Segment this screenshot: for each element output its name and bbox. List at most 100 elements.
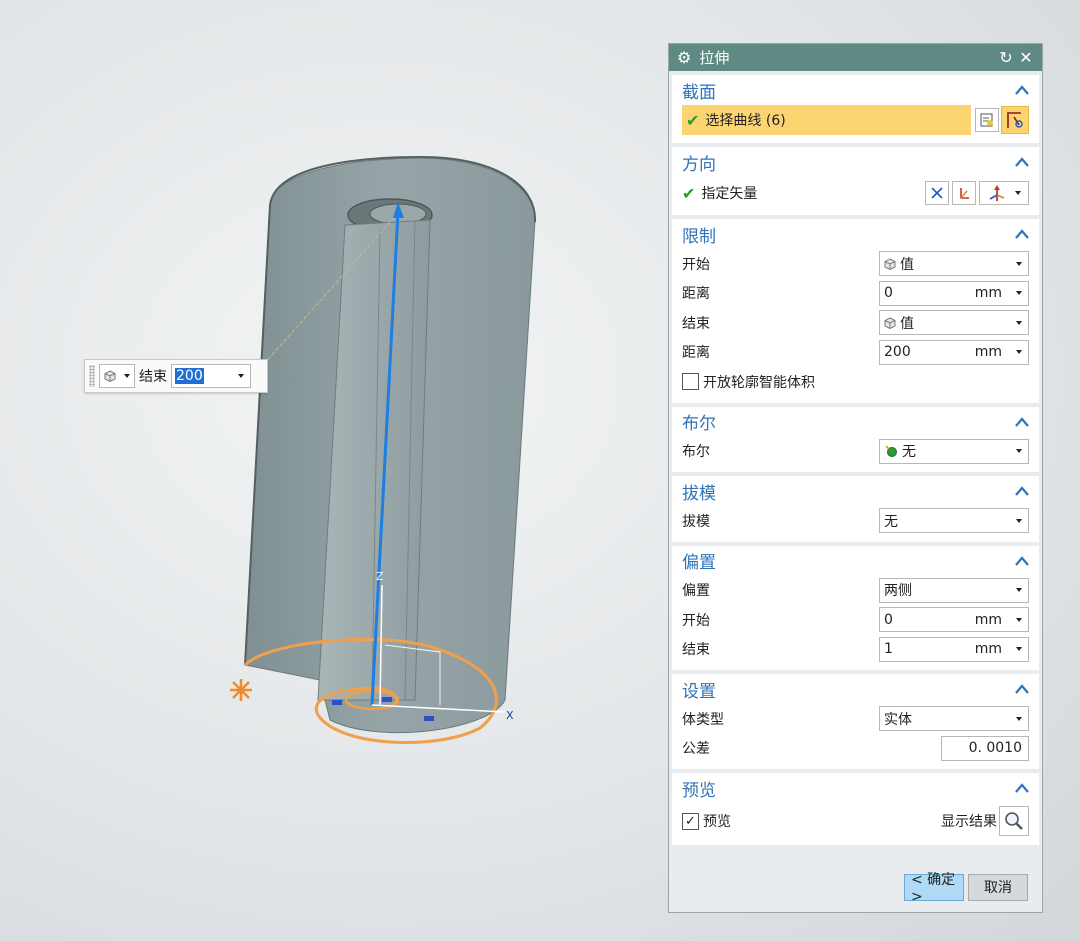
section-panel: 截面 ✔ 选择曲线 (6): [672, 75, 1039, 143]
offset-start-input[interactable]: 0 mm: [879, 607, 1029, 633]
offset-header[interactable]: 偏置: [682, 546, 1029, 576]
boolean-header[interactable]: 布尔: [682, 407, 1029, 437]
offset-dropdown[interactable]: 两侧: [879, 577, 1029, 603]
preview-checkbox[interactable]: ✓: [682, 812, 699, 830]
chevron-down-icon: [1016, 449, 1022, 454]
collapse-caret-icon[interactable]: [1015, 85, 1029, 95]
draft-dropdown[interactable]: 无: [879, 508, 1029, 534]
collapse-caret-icon[interactable]: [1015, 684, 1029, 694]
end-type-dropdown[interactable]: 值: [879, 310, 1029, 336]
start-type-dropdown[interactable]: 值: [879, 251, 1029, 277]
unit-label: mm: [974, 611, 1002, 628]
collapse-caret-icon[interactable]: [1015, 486, 1029, 496]
boolean-none-icon: [885, 445, 897, 458]
body-type-value: 实体: [884, 711, 912, 728]
end-label: 结束: [682, 315, 710, 332]
collapse-caret-icon[interactable]: [1015, 555, 1029, 566]
offset-start-label: 开始: [682, 612, 710, 629]
draft-header[interactable]: 拔模: [682, 476, 1029, 506]
direction-panel: 方向 ✔ 指定矢量: [672, 147, 1039, 215]
reverse-direction-button[interactable]: [925, 181, 949, 205]
curve-tool-button[interactable]: [1001, 106, 1029, 134]
offset-panel: 偏置 偏置 两侧 开始 0 mm 结束 1 mm: [672, 545, 1039, 670]
limits-header[interactable]: 限制: [682, 219, 1029, 249]
start-point-marker: [230, 679, 252, 701]
chevron-down-icon: [1016, 518, 1022, 523]
chevron-down-icon: [1016, 350, 1022, 355]
reset-icon[interactable]: ↻: [998, 48, 1014, 67]
specify-vector-label: 指定矢量: [701, 186, 758, 202]
preview-panel: 预览 ✓ 预览 显示结果: [672, 773, 1039, 845]
offset-end-label: 结束: [682, 642, 710, 659]
limits-panel: 限制 开始 值 距离 0 mm 结束 值 距离 200 mm 开放轮廓智能体积: [672, 219, 1039, 403]
close-icon[interactable]: ✕: [1018, 48, 1034, 67]
collapse-caret-icon[interactable]: [1015, 229, 1029, 239]
chevron-down-icon: [1015, 191, 1021, 195]
cancel-button[interactable]: 取消: [968, 873, 1028, 901]
chevron-down-icon[interactable]: [238, 374, 244, 378]
start-distance-label: 距离: [682, 286, 710, 303]
tolerance-input[interactable]: 0. 0010: [941, 735, 1029, 761]
select-curve-label: 选择曲线 (6): [705, 113, 786, 129]
check-icon: ✔: [682, 183, 696, 203]
vector-type-dropdown[interactable]: [979, 181, 1029, 205]
body-type-dropdown[interactable]: 实体: [879, 706, 1029, 732]
draft-title: 拔模: [682, 483, 716, 504]
axis-z-label: Z: [376, 570, 384, 583]
start-distance-input[interactable]: 0 mm: [879, 280, 1029, 306]
offset-label: 偏置: [682, 583, 710, 600]
end-distance-input[interactable]: 200 mm: [879, 339, 1029, 365]
collapse-caret-icon[interactable]: [1015, 157, 1029, 167]
body-type-label: 体类型: [682, 711, 724, 728]
preview-title: 预览: [682, 780, 716, 801]
end-type-dropdown[interactable]: [99, 364, 135, 388]
preview-label: 预览: [703, 814, 731, 830]
offset-value: 两侧: [884, 583, 912, 600]
open-profile-label: 开放轮廓智能体积: [703, 374, 815, 391]
unit-label: mm: [974, 641, 1002, 658]
dynamic-input-box: 结束 200: [84, 359, 268, 393]
gear-icon[interactable]: ⚙: [677, 48, 691, 67]
tolerance-label: 公差: [682, 741, 710, 758]
vector-axis-icon: [989, 185, 1005, 201]
chevron-down-icon: [1016, 291, 1022, 296]
settings-panel: 设置 体类型 实体 公差 0. 0010: [672, 674, 1039, 769]
cube-icon: [884, 317, 896, 329]
show-result-label: 显示结果: [941, 814, 997, 830]
settings-title: 设置: [682, 681, 716, 702]
chevron-down-icon: [1016, 617, 1022, 622]
unit-label: mm: [974, 344, 1002, 361]
dialog-footer: < 确定 > 取消: [669, 862, 1042, 912]
limits-title: 限制: [682, 226, 716, 247]
reverse-direction-icon: [931, 187, 943, 199]
preview-header[interactable]: 预览: [682, 773, 1029, 803]
boolean-dropdown[interactable]: 无: [879, 438, 1029, 464]
select-curve-row[interactable]: ✔ 选择曲线 (6): [682, 105, 971, 135]
check-icon: ✔: [686, 110, 700, 130]
boolean-panel: 布尔 布尔 无: [672, 406, 1039, 472]
offset-end-input[interactable]: 1 mm: [879, 636, 1029, 662]
collapse-caret-icon[interactable]: [1015, 783, 1029, 793]
section-header[interactable]: 截面: [682, 75, 1029, 105]
open-profile-checkbox[interactable]: [682, 373, 699, 391]
boolean-value: 无: [902, 444, 916, 461]
end-type-value: 值: [900, 315, 914, 332]
axis-x-label: X: [506, 709, 514, 722]
magnifier-icon: [1005, 812, 1023, 830]
sketch-icon: [980, 113, 993, 127]
drag-grip-icon[interactable]: [89, 365, 95, 387]
settings-header[interactable]: 设置: [682, 674, 1029, 704]
dialog-titlebar[interactable]: ⚙ 拉伸 ↻ ✕: [669, 44, 1042, 71]
section-title: 截面: [682, 82, 716, 103]
float-end-input[interactable]: 200: [171, 364, 251, 388]
collapse-caret-icon[interactable]: [1015, 416, 1029, 427]
boolean-title: 布尔: [682, 414, 716, 434]
chevron-down-icon: [1016, 261, 1022, 266]
direction-header[interactable]: 方向: [682, 147, 1029, 177]
cube-icon: [104, 370, 116, 382]
ok-button[interactable]: < 确定 >: [904, 872, 964, 905]
sketch-section-button[interactable]: [975, 108, 999, 132]
draft-label: 拔模: [682, 513, 710, 530]
show-result-button[interactable]: [999, 806, 1029, 836]
vector-dialog-button[interactable]: [952, 181, 976, 205]
